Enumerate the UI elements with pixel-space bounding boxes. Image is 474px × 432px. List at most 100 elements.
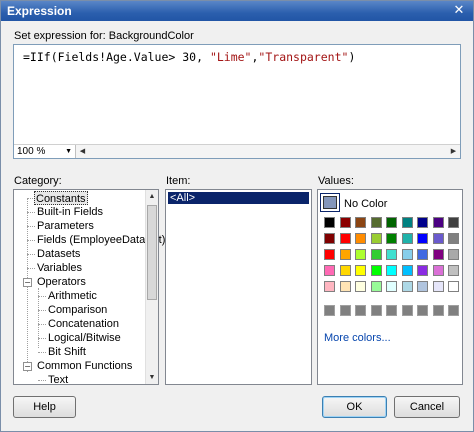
item-list[interactable]: <All> <box>165 189 312 385</box>
zoom-select[interactable]: 100 % ▼ <box>14 145 76 158</box>
color-picker[interactable]: No Color More colors... <box>317 189 463 385</box>
color-swatch[interactable] <box>370 281 382 292</box>
chevron-down-icon: ▼ <box>65 148 72 155</box>
no-color-label: No Color <box>344 198 388 210</box>
list-item-all[interactable]: <All> <box>168 192 309 204</box>
editor-status-bar: 100 % ▼ ◀ ▶ <box>14 144 460 158</box>
tree-item-common-functions[interactable]: Common Functions <box>37 359 132 373</box>
more-colors-link[interactable]: More colors... <box>324 332 391 344</box>
scroll-right-icon[interactable]: ▶ <box>447 145 460 158</box>
collapse-icon[interactable]: − <box>23 362 32 371</box>
color-swatch[interactable] <box>386 265 397 276</box>
horizontal-scrollbar[interactable]: ◀ ▶ <box>76 145 460 158</box>
color-swatch[interactable] <box>386 217 397 228</box>
expression-code[interactable]: =IIf(Fields!Age.Value> 30, "Lime","Trans… <box>23 50 355 64</box>
color-swatch[interactable] <box>401 281 413 292</box>
color-swatch[interactable] <box>355 265 366 276</box>
color-swatch[interactable] <box>370 233 382 244</box>
color-swatch[interactable] <box>355 217 366 228</box>
tree-item-comparison[interactable]: Comparison <box>48 303 107 317</box>
zoom-value: 100 % <box>17 146 46 157</box>
no-color-swatch[interactable] <box>323 196 337 209</box>
tree-item-concatenation[interactable]: Concatenation <box>48 317 119 331</box>
color-swatch[interactable] <box>432 249 444 260</box>
tree-item-parameters[interactable]: Parameters <box>37 219 94 233</box>
color-swatch[interactable] <box>401 249 413 260</box>
color-swatch[interactable] <box>432 233 444 244</box>
color-swatch[interactable] <box>417 217 428 228</box>
scroll-up-icon[interactable]: ▲ <box>146 190 158 203</box>
color-swatch[interactable] <box>448 217 459 228</box>
help-button[interactable]: Help <box>13 396 76 418</box>
window-title: Expression <box>7 4 72 18</box>
expression-dialog: Expression ✕ Set expression for: Backgro… <box>0 0 474 432</box>
ok-button[interactable]: OK <box>322 396 387 418</box>
category-scrollbar[interactable]: ▲ ▼ <box>145 190 158 384</box>
expression-editor[interactable]: =IIf(Fields!Age.Value> 30, "Lime","Trans… <box>13 44 461 159</box>
color-swatch[interactable] <box>324 265 335 276</box>
custom-color-swatch[interactable] <box>386 305 397 316</box>
color-swatch[interactable] <box>355 249 366 260</box>
color-swatch[interactable] <box>370 217 382 228</box>
scroll-left-icon[interactable]: ◀ <box>76 145 89 158</box>
tree-item-bit-shift[interactable]: Bit Shift <box>48 345 86 359</box>
color-swatch[interactable] <box>339 249 351 260</box>
color-swatch[interactable] <box>448 265 459 276</box>
color-swatch[interactable] <box>386 233 397 244</box>
color-swatch[interactable] <box>324 233 335 244</box>
tree-item-built-in-fields[interactable]: Built-in Fields <box>37 205 103 219</box>
color-swatch[interactable] <box>417 233 428 244</box>
color-swatch[interactable] <box>339 281 351 292</box>
category-tree[interactable]: Constants Built-in Fields Parameters Fie… <box>13 189 165 387</box>
item-label: Item: <box>166 175 191 187</box>
color-swatch[interactable] <box>339 265 351 276</box>
color-swatch[interactable] <box>417 265 428 276</box>
color-swatch[interactable] <box>401 265 413 276</box>
tree-item-constants[interactable]: Constants <box>34 191 88 205</box>
color-swatch[interactable] <box>448 281 459 292</box>
tree-item-variables[interactable]: Variables <box>37 261 82 275</box>
color-swatch[interactable] <box>324 281 335 292</box>
tree-item-logical-bitwise[interactable]: Logical/Bitwise <box>48 331 121 345</box>
collapse-icon[interactable]: − <box>23 278 32 287</box>
expression-label: Set expression for: BackgroundColor <box>14 30 194 42</box>
custom-color-swatch[interactable] <box>339 305 351 316</box>
color-swatch[interactable] <box>339 217 351 228</box>
color-swatch[interactable] <box>417 249 428 260</box>
custom-color-swatch[interactable] <box>401 305 413 316</box>
tree-item-text[interactable]: Text <box>48 373 68 387</box>
tree-item-arithmetic[interactable]: Arithmetic <box>48 289 97 303</box>
color-swatch[interactable] <box>401 217 413 228</box>
color-swatch[interactable] <box>432 217 444 228</box>
category-label: Category: <box>14 175 62 187</box>
custom-color-swatch[interactable] <box>370 305 382 316</box>
color-swatch[interactable] <box>386 249 397 260</box>
scroll-down-icon[interactable]: ▼ <box>146 371 158 384</box>
color-swatch[interactable] <box>448 233 459 244</box>
color-swatch[interactable] <box>401 233 413 244</box>
scroll-thumb[interactable] <box>147 205 157 300</box>
custom-color-swatch[interactable] <box>355 305 366 316</box>
color-swatch[interactable] <box>370 249 382 260</box>
custom-color-swatch[interactable] <box>432 305 444 316</box>
color-swatch[interactable] <box>355 281 366 292</box>
tree-item-operators[interactable]: Operators <box>37 275 86 289</box>
color-swatch[interactable] <box>417 281 428 292</box>
color-swatch[interactable] <box>448 249 459 260</box>
custom-color-swatch[interactable] <box>448 305 459 316</box>
values-label: Values: <box>318 175 354 187</box>
color-swatch[interactable] <box>370 265 382 276</box>
custom-color-swatch[interactable] <box>417 305 428 316</box>
color-swatch[interactable] <box>386 281 397 292</box>
custom-color-swatch[interactable] <box>324 305 335 316</box>
color-swatch[interactable] <box>355 233 366 244</box>
color-swatch[interactable] <box>432 281 444 292</box>
color-swatch[interactable] <box>432 265 444 276</box>
close-icon[interactable]: ✕ <box>451 3 467 18</box>
cancel-button[interactable]: Cancel <box>394 396 460 418</box>
color-swatch[interactable] <box>339 233 351 244</box>
title-bar: Expression ✕ <box>1 1 473 21</box>
color-swatch[interactable] <box>324 249 335 260</box>
color-swatch[interactable] <box>324 217 335 228</box>
tree-item-datasets[interactable]: Datasets <box>37 247 80 261</box>
